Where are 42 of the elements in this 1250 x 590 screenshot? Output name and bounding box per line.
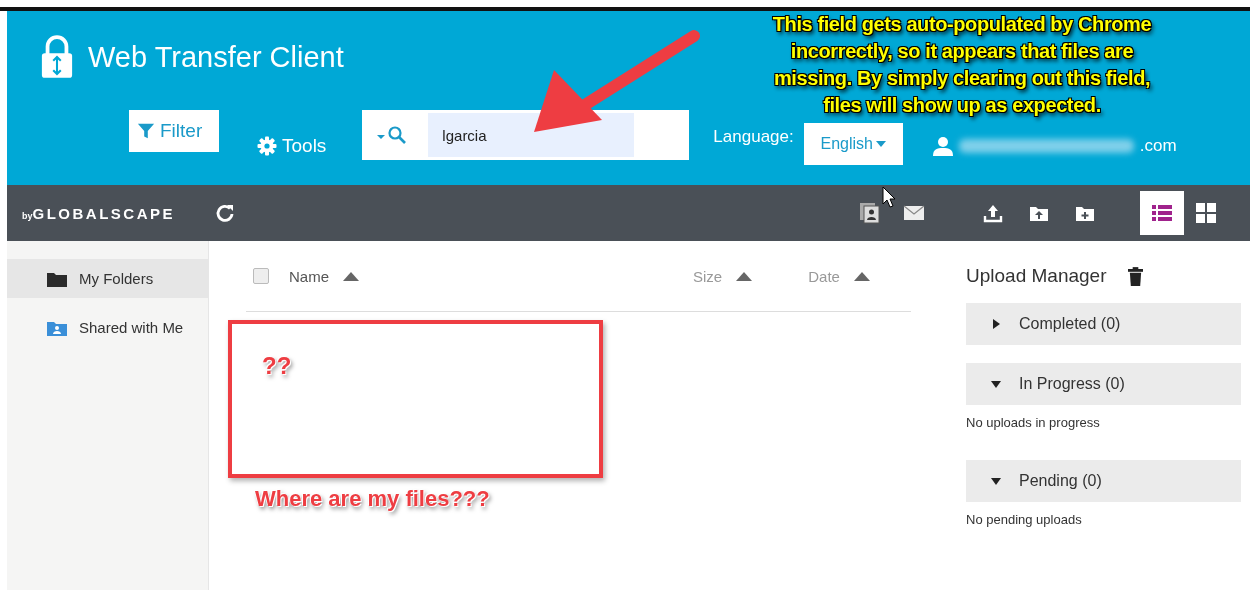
language-label: Language: [713,127,794,147]
user-icon [932,136,953,156]
refresh-icon[interactable] [215,203,236,223]
mouse-cursor-icon [882,186,896,208]
upload-icon[interactable] [983,203,1003,223]
sidebar-item[interactable]: Shared with Me [7,308,208,347]
grid-icon [1196,203,1216,223]
section-header[interactable]: Completed (0) [966,303,1241,345]
sort-arrow-icon[interactable] [343,271,359,281]
annotation-text: incorrectly, so it appears that files are [790,39,1134,64]
lock-icon [40,35,74,79]
search-field[interactable]: lgarcia [362,110,690,160]
list-view-button[interactable] [1140,191,1184,235]
new-folder-icon[interactable] [1075,204,1095,222]
annotation-text: This field gets auto-populated by Chrome [772,12,1152,37]
annotation-text: missing. By simply clearing out this field, [773,66,1151,91]
shared-folder-icon [47,319,67,336]
panel-title: Upload Manager [966,265,1107,287]
filter-icon [137,122,155,140]
annotation-label: ?? [262,352,292,380]
contacts-icon[interactable] [859,202,881,224]
mail-icon[interactable] [903,205,925,221]
user-email: .com [1139,136,1177,156]
section-header[interactable]: Pending (0) [966,460,1241,502]
gear-icon [257,136,277,156]
annotation-text: files will show up as expected. [823,93,1101,118]
brand-logo: byGLOBALSCAPE [22,204,176,222]
caret-icon [875,141,886,147]
status-message: No pending uploads [966,512,1083,527]
select-all-checkbox[interactable] [253,268,269,284]
sort-arrow-icon[interactable] [853,271,870,281]
trash-icon[interactable] [1128,266,1144,286]
sidebar-item[interactable]: My Folders [7,259,208,298]
sort-arrow-icon[interactable] [736,271,753,281]
annotation-caption: Where are my files??? [255,486,490,512]
folder-icon [47,270,67,287]
list-icon [1152,204,1172,222]
section-header[interactable]: In Progress (0) [966,363,1241,405]
status-message: No uploads in progress [966,415,1101,430]
app-title: Web Transfer Client [88,40,344,74]
folder-upload-icon[interactable] [1029,204,1049,222]
column-header[interactable]: Name [289,267,329,285]
